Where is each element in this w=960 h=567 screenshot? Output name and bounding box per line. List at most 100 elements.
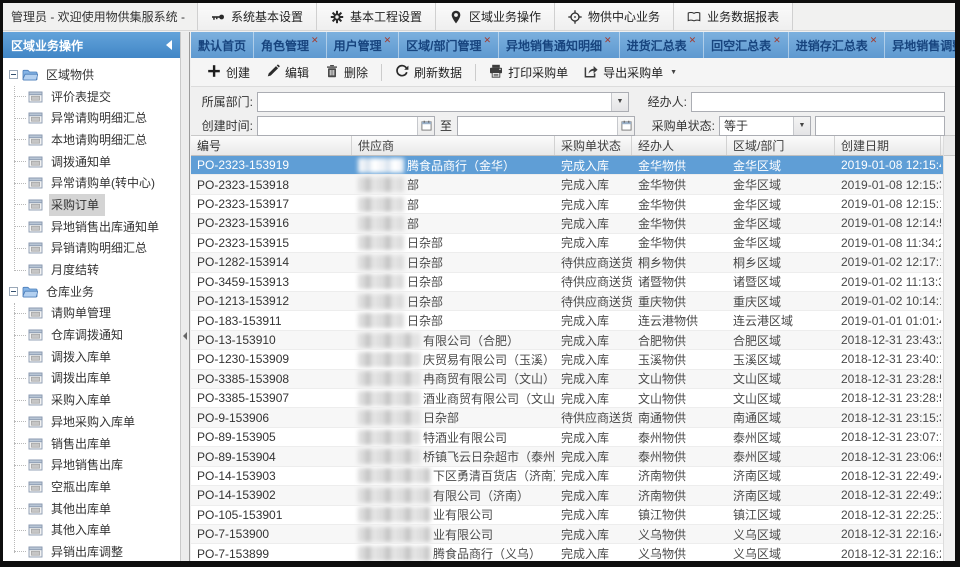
- tree-item[interactable]: 采购订单: [14, 194, 180, 216]
- table-row[interactable]: PO-13-153910有限公司（合肥）完成入库合肥物供合肥区域2018-12-…: [191, 331, 955, 350]
- column-header[interactable]: 创建日期: [835, 136, 941, 155]
- tree-item[interactable]: 评价表提交: [14, 86, 180, 108]
- status-operator-select[interactable]: 等于 ▼: [719, 116, 811, 136]
- menu-button-label: 业务数据报表: [707, 8, 779, 25]
- tab-异地销售调整明细[interactable]: 异地销售调整明细✕: [885, 32, 955, 58]
- calendar-icon[interactable]: [617, 117, 634, 135]
- tab-进货汇总表[interactable]: 进货汇总表✕: [620, 32, 705, 58]
- date-from-input[interactable]: [257, 116, 435, 136]
- tree-item[interactable]: 请购单管理: [14, 303, 180, 325]
- table-row[interactable]: PO-2323-153916部完成入库金华物供金华区域2019-01-08 12…: [191, 214, 955, 233]
- column-header[interactable]: 供应商: [352, 136, 555, 155]
- close-tab-icon[interactable]: ✕: [870, 35, 878, 46]
- tree-item[interactable]: 其他入库单: [14, 519, 180, 541]
- tree-item[interactable]: 调拨出库单: [14, 368, 180, 390]
- column-header[interactable]: 采购单状态: [555, 136, 632, 155]
- table-row[interactable]: PO-2323-153918部完成入库金华物供金华区域2019-01-08 12…: [191, 175, 955, 194]
- collapse-sidebar-icon[interactable]: [166, 40, 172, 50]
- tab-进销存汇总表[interactable]: 进销存汇总表✕: [789, 32, 886, 58]
- table-row[interactable]: PO-14-153902有限公司（济南）完成入库济南物供济南区域2018-12-…: [191, 486, 955, 505]
- tree-item[interactable]: 本地请购明细汇总: [14, 129, 180, 151]
- tab-区域/部门管理[interactable]: 区域/部门管理✕: [399, 32, 499, 58]
- table-row[interactable]: PO-1213-153912日杂部待供应商送货重庆物供重庆区域2019-01-0…: [191, 292, 955, 311]
- tree-folder[interactable]: 仓库业务: [9, 281, 180, 303]
- table-row[interactable]: PO-7-153899腾食品商行（义乌）完成入库义乌物供义乌区域2018-12-…: [191, 544, 955, 561]
- tree-item[interactable]: 销售出库单: [14, 433, 180, 455]
- menu-button-supply-center-business[interactable]: 物供中心业务: [555, 3, 674, 30]
- table-row[interactable]: PO-89-153904桥镇飞云日杂超市（泰州）完成入库泰州物供泰州区域2018…: [191, 447, 955, 466]
- tree-item[interactable]: 月度结转: [14, 259, 180, 281]
- table-row[interactable]: PO-7-153900业有限公司完成入库义乌物供义乌区域2018-12-31 2…: [191, 525, 955, 544]
- table-row[interactable]: PO-2323-153915日杂部完成入库金华物供金华区域2019-01-08 …: [191, 234, 955, 253]
- chevron-down-icon[interactable]: ▼: [611, 93, 628, 111]
- tree-item[interactable]: 采购入库单: [14, 389, 180, 411]
- close-tab-icon[interactable]: ✕: [483, 35, 491, 46]
- chevron-down-icon[interactable]: ▼: [793, 117, 810, 135]
- table-row[interactable]: PO-2323-153919腾食品商行（金华）完成入库金华物供金华区域2019-…: [191, 156, 955, 175]
- print-po-button[interactable]: 打印采购单: [481, 61, 576, 84]
- status-value-input[interactable]: [815, 116, 945, 136]
- redacted-blur: [358, 197, 404, 212]
- export-po-button[interactable]: 导出采购单▼: [576, 61, 685, 84]
- tree-item[interactable]: 异常请购单(转中心): [14, 172, 180, 194]
- menu-button-business-data-reports[interactable]: 业务数据报表: [674, 3, 793, 30]
- tree-item[interactable]: 异销出库调整: [14, 541, 180, 561]
- tree-item[interactable]: 异地销售出库: [14, 454, 180, 476]
- tree-item[interactable]: 仓库调拨通知: [14, 324, 180, 346]
- create-button[interactable]: 创建: [199, 61, 258, 84]
- menu-button-system-basic-settings[interactable]: 系统基本设置: [198, 3, 317, 30]
- menu-button-basic-project-settings[interactable]: 基本工程设置: [317, 3, 436, 30]
- vertical-scrollbar[interactable]: [943, 136, 955, 561]
- calendar-icon[interactable]: [417, 117, 434, 135]
- tab-回空汇总表[interactable]: 回空汇总表✕: [704, 32, 789, 58]
- handler-input[interactable]: [691, 92, 945, 112]
- table-row[interactable]: PO-3385-153908冉商贸有限公司（文山）完成入库文山物供文山区域201…: [191, 370, 955, 389]
- column-header[interactable]: 区域/部门: [727, 136, 835, 155]
- close-tab-icon[interactable]: ✕: [689, 35, 697, 46]
- table-row[interactable]: PO-105-153901业有限公司完成入库镇江物供镇江区域2018-12-31…: [191, 506, 955, 525]
- table-row[interactable]: PO-9-153906日杂部待供应商送货南通物供南通区域2018-12-31 2…: [191, 408, 955, 427]
- refresh-button[interactable]: 刷新数据: [387, 61, 470, 84]
- table-row[interactable]: PO-89-153905特酒业有限公司完成入库泰州物供泰州区域2018-12-3…: [191, 428, 955, 447]
- tree-item[interactable]: 异常请购明细汇总: [14, 107, 180, 129]
- department-select[interactable]: ▼: [257, 92, 629, 112]
- table-row[interactable]: PO-183-153911日杂部完成入库连云港物供连云港区域2019-01-01…: [191, 311, 955, 330]
- tab-异地销售通知明细[interactable]: 异地销售通知明细✕: [499, 32, 620, 58]
- tab-角色管理[interactable]: 角色管理✕: [254, 32, 327, 58]
- column-header[interactable]: 编号: [191, 136, 352, 155]
- tree-item[interactable]: 异地采购入库单: [14, 411, 180, 433]
- form-icon: [28, 372, 43, 384]
- date-to-input[interactable]: [457, 116, 635, 136]
- table-row[interactable]: PO-3459-153913日杂部待供应商送货诸暨物供诸暨区域2019-01-0…: [191, 273, 955, 292]
- close-tab-icon[interactable]: ✕: [604, 35, 612, 46]
- menu-button-regional-business-ops[interactable]: 区域业务操作: [436, 3, 555, 30]
- close-tab-icon[interactable]: ✕: [773, 35, 781, 46]
- tree-item[interactable]: 空瓶出库单: [14, 476, 180, 498]
- tree-item[interactable]: 其他出库单: [14, 498, 180, 520]
- delete-button[interactable]: 删除: [317, 61, 376, 84]
- table-row[interactable]: PO-14-153903下区勇清百货店（济南）完成入库济南物供济南区域2018-…: [191, 467, 955, 486]
- table-row[interactable]: PO-3385-153907酒业商贸有限公司（文山）完成入库文山物供文山区域20…: [191, 389, 955, 408]
- edit-button[interactable]: 编辑: [258, 61, 317, 84]
- expand-collapse-box[interactable]: [9, 70, 18, 79]
- column-header[interactable]: 经办人: [632, 136, 727, 155]
- region-cell: 文山区域: [727, 389, 835, 407]
- table-row[interactable]: PO-2323-153917部完成入库金华物供金华区域2019-01-08 12…: [191, 195, 955, 214]
- tree-item[interactable]: 调拨入库单: [14, 346, 180, 368]
- status-cell: 完成入库: [555, 447, 632, 465]
- close-tab-icon[interactable]: ✕: [311, 35, 319, 46]
- po-number-cell: PO-1213-153912: [191, 292, 352, 310]
- table-row[interactable]: PO-1230-153909庆贸易有限公司（玉溪）完成入库玉溪物供玉溪区域201…: [191, 350, 955, 369]
- tree-item[interactable]: 调拨通知单: [14, 151, 180, 173]
- supplier-text: 部: [407, 196, 419, 213]
- expand-collapse-box[interactable]: [9, 287, 18, 296]
- tree-item[interactable]: 异销请购明细汇总: [14, 238, 180, 260]
- tree-folder[interactable]: 区域物供: [9, 64, 180, 86]
- sidebar-splitter[interactable]: [181, 32, 190, 561]
- table-row[interactable]: PO-1282-153914日杂部待供应商送货桐乡物供桐乡区域2019-01-0…: [191, 253, 955, 272]
- tree-item[interactable]: 异地销售出库通知单: [14, 216, 180, 238]
- tab-用户管理[interactable]: 用户管理✕: [327, 32, 400, 58]
- po-number-cell: PO-2323-153916: [191, 214, 352, 232]
- tab-默认首页[interactable]: 默认首页: [191, 32, 254, 58]
- close-tab-icon[interactable]: ✕: [384, 35, 392, 46]
